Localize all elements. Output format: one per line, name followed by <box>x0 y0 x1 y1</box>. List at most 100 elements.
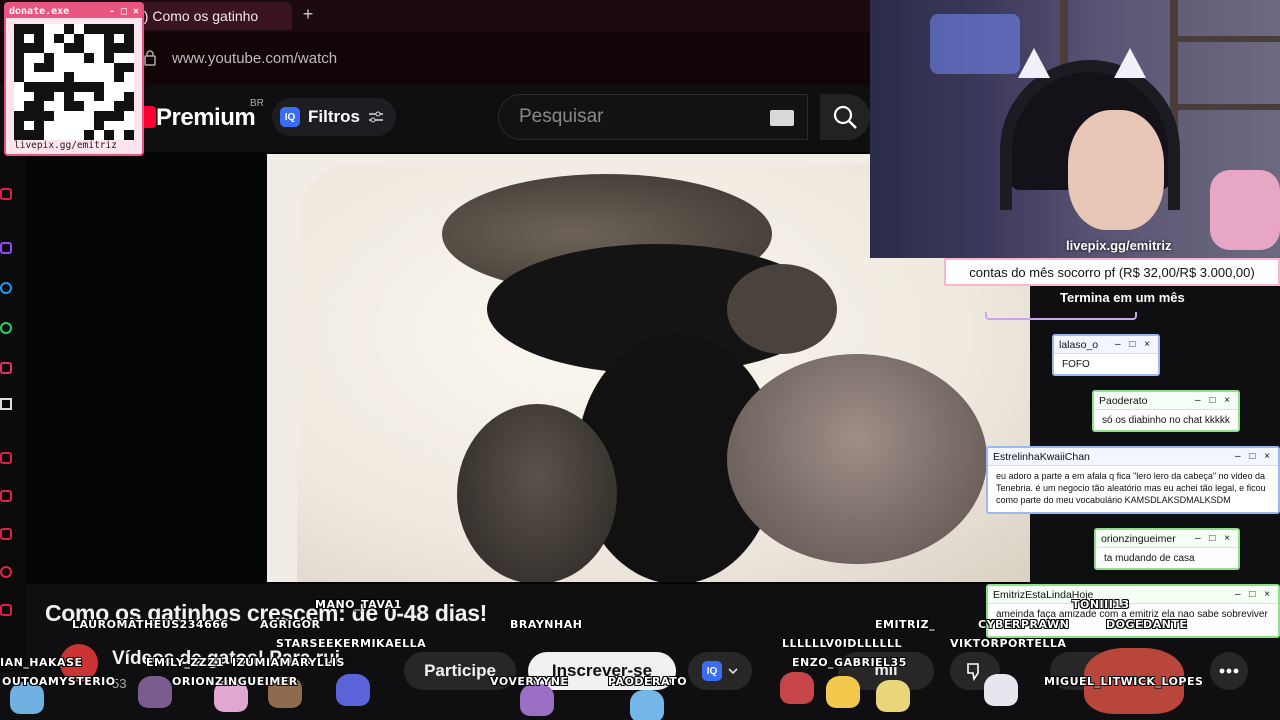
qr-module <box>104 24 114 34</box>
more-actions-button[interactable] <box>1210 652 1248 690</box>
qr-module <box>124 72 134 82</box>
qr-module <box>34 120 44 131</box>
chat-window-controls[interactable]: – □ × <box>1235 451 1273 462</box>
chat-popup: EstrelinhaKwaiiChan – □ × eu adoro a part… <box>986 446 1280 514</box>
qr-module <box>74 24 84 34</box>
chat-window-controls[interactable]: – □ × <box>1235 589 1273 600</box>
qr-module <box>14 101 24 111</box>
qr-module <box>64 72 74 82</box>
qr-module <box>94 43 104 53</box>
viewer-name: VIKTORPORTELLA <box>950 637 1067 650</box>
qr-module <box>104 82 114 92</box>
donate-window-controls[interactable]: - □ × <box>109 6 139 17</box>
viewer-name: LAUROMATHEUS234666 <box>72 618 229 631</box>
viewer-name: LLLLLLV0IDLLLLLL <box>782 637 902 650</box>
thumbs-down-icon <box>967 663 979 681</box>
new-tab-icon[interactable]: + <box>298 4 318 24</box>
shelf-image <box>1170 104 1280 110</box>
strip-icon[interactable] <box>0 528 12 540</box>
chat-popup: Paoderato – □ × só os diabinho no chat kk… <box>1092 390 1240 432</box>
qr-module <box>84 101 94 111</box>
strip-icon[interactable] <box>0 604 12 616</box>
qr-module <box>34 72 44 82</box>
viewer-name: OUTOAMYSTERIO <box>2 675 116 688</box>
chat-header: lalaso_o – □ × <box>1054 336 1158 354</box>
qr-module <box>114 53 124 63</box>
qr-module <box>74 91 84 102</box>
strip-icon[interactable] <box>0 188 12 200</box>
left-icon-strip <box>0 152 26 672</box>
viewer-name: MANO_TAVA1 <box>315 598 402 611</box>
filters-button[interactable]: IQ Filtros <box>272 98 396 136</box>
qr-module <box>64 130 74 140</box>
qr-module <box>104 120 114 131</box>
qr-module <box>34 24 44 34</box>
viewer-name: BRAYNHAH <box>510 618 583 631</box>
qr-module <box>64 53 74 63</box>
chat-header: EmitrizEstaLindaHoje – □ × <box>988 586 1278 604</box>
chat-header: orionzingueimer – □ × <box>1096 530 1238 548</box>
more-icon <box>1219 668 1239 674</box>
qr-module <box>34 101 44 111</box>
chat-window-controls[interactable]: – □ × <box>1195 395 1233 406</box>
viewer-name: STARSEEKERMIKAELLA <box>276 637 427 650</box>
qr-module <box>34 91 44 102</box>
qr-module <box>54 72 64 82</box>
region-code: BR <box>250 98 264 109</box>
qr-module <box>54 120 64 131</box>
iq-extension-button[interactable]: IQ <box>688 652 752 690</box>
viewer-name: EMITRIZ_ <box>875 618 936 631</box>
twitch-icon[interactable] <box>0 242 12 254</box>
qr-module <box>104 33 114 44</box>
qr-module <box>94 120 104 131</box>
qr-module <box>14 111 24 121</box>
qr-module <box>24 91 34 102</box>
qr-module <box>104 130 114 140</box>
iq-icon: IQ <box>702 661 722 681</box>
qr-module <box>24 24 34 34</box>
strip-icon[interactable] <box>0 566 12 578</box>
viewer-name: IAN_HAKASE <box>0 656 83 669</box>
qr-module <box>74 130 84 140</box>
qr-module <box>94 62 104 73</box>
pokemon-sprite <box>138 676 172 708</box>
qr-module <box>94 72 104 82</box>
youtube-logo-text[interactable]: Premium <box>156 104 256 132</box>
strip-icon[interactable] <box>0 490 12 502</box>
qr-module <box>114 111 124 121</box>
qr-module <box>94 82 104 92</box>
qr-module <box>74 82 84 92</box>
chat-message: só os diabinho no chat kkkkk <box>1102 415 1230 426</box>
search-input[interactable]: Pesquisar <box>498 94 808 140</box>
qr-module <box>74 43 84 53</box>
pokemon-sprite <box>336 674 370 706</box>
qr-module <box>64 120 74 131</box>
qr-module <box>84 72 94 82</box>
qr-module <box>114 82 124 92</box>
keyboard-icon[interactable] <box>770 110 794 126</box>
qr-module <box>114 72 124 82</box>
qr-module <box>94 111 104 121</box>
qr-module <box>84 82 94 92</box>
chat-window-controls[interactable]: – □ × <box>1115 339 1153 350</box>
goal-progress-bar <box>985 312 1137 320</box>
instagram-icon[interactable] <box>0 362 12 374</box>
qr-module <box>54 24 64 34</box>
youtube-small-icon[interactable] <box>0 452 12 464</box>
search-button[interactable] <box>820 94 870 140</box>
url-text[interactable]: www.youtube.com/watch <box>172 50 337 67</box>
qr-module <box>104 91 114 102</box>
qr-module <box>74 101 84 111</box>
chat-window-controls[interactable]: – □ × <box>1195 533 1233 544</box>
browser-tab[interactable]: 2) Como os gatinho <box>126 2 292 30</box>
x-icon[interactable] <box>0 398 12 410</box>
pokemon-sprite <box>520 684 554 716</box>
qr-module <box>34 53 44 63</box>
sliders-icon <box>368 111 383 123</box>
whatsapp-icon[interactable] <box>0 322 12 334</box>
qr-module <box>64 111 74 121</box>
bluesky-icon[interactable] <box>0 282 12 294</box>
qr-module <box>74 120 84 131</box>
qr-module <box>84 24 94 34</box>
qr-module <box>44 24 54 34</box>
